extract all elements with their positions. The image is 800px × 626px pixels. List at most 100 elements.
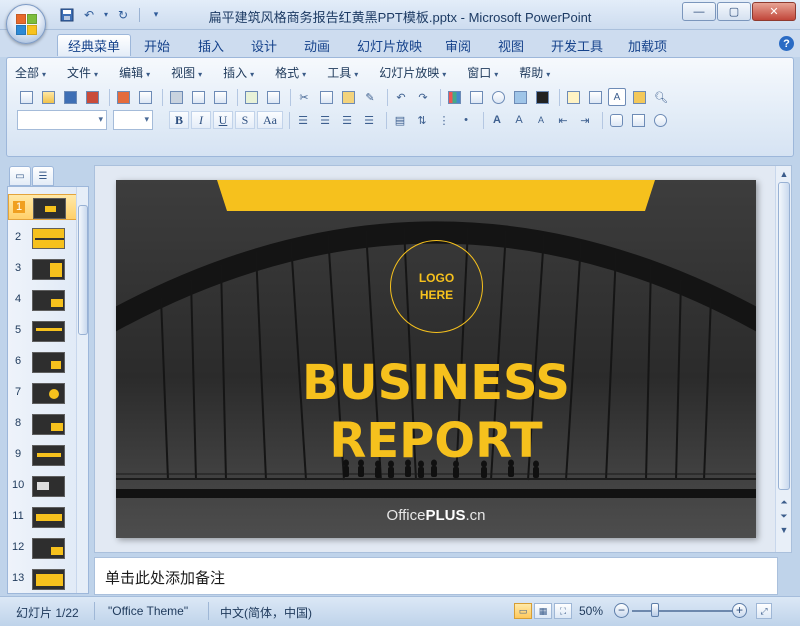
shapes-icon[interactable] (607, 111, 625, 129)
fill-color-icon[interactable] (533, 88, 551, 106)
picture-icon[interactable] (511, 88, 529, 106)
font-size-combo[interactable] (113, 110, 153, 130)
increase-font-icon[interactable]: A (510, 111, 528, 129)
increase-indent-icon[interactable]: ⇥ (576, 111, 594, 129)
tab-review[interactable]: 审阅 (435, 34, 481, 56)
table-icon[interactable] (467, 88, 485, 106)
open-folder-icon[interactable] (630, 88, 648, 106)
chart-icon[interactable] (445, 88, 463, 106)
slide-sorter-view-icon[interactable]: ▦ (534, 603, 552, 619)
font-name-combo[interactable] (17, 110, 107, 130)
new-icon[interactable] (17, 88, 35, 106)
help-icon[interactable]: ? (779, 36, 794, 51)
permission-icon[interactable] (83, 88, 101, 106)
fit-to-window-icon[interactable]: ⤢ (756, 603, 772, 619)
slide-thumbnail-12[interactable]: 12 (8, 535, 78, 561)
italic-button[interactable]: I (191, 111, 211, 129)
slide-thumbnail-2[interactable]: 2 (8, 225, 78, 251)
undo-icon[interactable]: ↶ (392, 88, 410, 106)
align-right-icon[interactable]: ☰ (338, 111, 356, 129)
decrease-indent-icon[interactable]: ⇤ (554, 111, 572, 129)
paste-icon[interactable] (339, 88, 357, 106)
find-icon[interactable]: 🔍︎ (652, 88, 670, 106)
tab-classic-menu[interactable]: 经典菜单 (57, 34, 132, 56)
decrease-font-icon[interactable]: A (532, 111, 550, 129)
zoom-slider[interactable] (632, 610, 734, 612)
shadow-button[interactable]: S (235, 111, 255, 129)
scrollbar-thumb[interactable] (778, 182, 790, 490)
zoom-in-icon[interactable]: + (732, 603, 747, 618)
menu-window[interactable]: 窗口 ▾ (467, 64, 498, 81)
font-color-icon[interactable]: A (488, 111, 506, 129)
menu-insert[interactable]: 插入 ▾ (223, 64, 254, 81)
menu-slide-show[interactable]: 幻灯片放映 ▾ (379, 64, 446, 81)
tab-add-ins[interactable]: 加载项 (618, 34, 677, 56)
outline-tab-icon[interactable]: ☰ (32, 166, 54, 186)
slide-layout-icon[interactable] (586, 88, 604, 106)
tab-design[interactable]: 设计 (241, 34, 287, 56)
numbering-icon[interactable]: ⋮ (435, 111, 453, 129)
menu-help[interactable]: 帮助 ▾ (519, 64, 550, 81)
zoom-level[interactable]: 50% (579, 604, 603, 618)
slide-scrollbar[interactable]: ▲ ⏶ ⏷ ▼ (775, 166, 791, 552)
previous-slide-icon[interactable]: ⏶ (778, 496, 790, 508)
normal-view-icon[interactable]: ▭ (514, 603, 532, 619)
slide-thumbnail-13[interactable]: 13 (8, 566, 78, 592)
menu-file[interactable]: 文件 ▾ (67, 64, 98, 81)
slide-thumbnail-9[interactable]: 9 (8, 442, 78, 468)
justify-icon[interactable]: ☰ (360, 111, 378, 129)
next-slide-icon[interactable]: ⏷ (778, 510, 790, 522)
align-center-icon[interactable]: ☰ (316, 111, 334, 129)
quick-print-icon[interactable] (167, 88, 185, 106)
quick-styles-icon[interactable] (651, 111, 669, 129)
arrange-icon[interactable] (629, 111, 647, 129)
tab-insert[interactable]: 插入 (188, 34, 234, 56)
slide-title[interactable]: BUSINESS REPORT (116, 354, 756, 470)
open-icon[interactable] (39, 88, 57, 106)
tab-view[interactable]: 视图 (488, 34, 534, 56)
underline-button[interactable]: U (213, 111, 233, 129)
thumbnails-scrollbar[interactable] (76, 187, 88, 593)
slide-thumbnail-6[interactable]: 6 (8, 349, 78, 375)
slide-thumbnail-10[interactable]: 10 (8, 473, 78, 499)
new-slide-icon[interactable] (564, 88, 582, 106)
theme-name[interactable]: "Office Theme" (108, 604, 188, 618)
slide-thumbnail-5[interactable]: 5 (8, 318, 78, 344)
menu-format[interactable]: 格式 ▾ (275, 64, 306, 81)
spelling-icon[interactable] (242, 88, 260, 106)
language-indicator[interactable]: 中文(简体，中国) (220, 604, 312, 621)
change-case-button[interactable]: Aa (257, 111, 283, 129)
text-box-icon[interactable]: A (608, 88, 626, 106)
columns-icon[interactable]: ▤ (391, 111, 409, 129)
office-button[interactable] (6, 4, 46, 44)
zoom-out-icon[interactable]: − (614, 603, 629, 618)
text-direction-icon[interactable]: ⇅ (413, 111, 431, 129)
tab-slide-show[interactable]: 幻灯片放映 (347, 34, 432, 56)
scroll-up-icon[interactable]: ▲ (778, 168, 790, 180)
slide-thumbnail-3[interactable]: 3 (8, 256, 78, 282)
menu-all[interactable]: 全部 ▾ (15, 64, 46, 81)
slide-thumbnail-4[interactable]: 4 (8, 287, 78, 313)
layout-icon[interactable] (211, 88, 229, 106)
copy-icon[interactable] (317, 88, 335, 106)
slides-tab-icon[interactable]: ▭ (9, 166, 31, 186)
scrollbar-thumb[interactable] (78, 205, 88, 335)
menu-tools[interactable]: 工具 ▾ (327, 64, 358, 81)
print-preview-icon[interactable] (136, 88, 154, 106)
tab-animations[interactable]: 动画 (294, 34, 340, 56)
notes-pane[interactable]: 单击此处添加备注 (94, 557, 778, 595)
research-icon[interactable] (264, 88, 282, 106)
cut-icon[interactable]: ✂ (295, 88, 313, 106)
slide-thumbnail-8[interactable]: 8 (8, 411, 78, 437)
slide-thumbnail-1[interactable]: 1 (8, 194, 78, 220)
scroll-down-icon[interactable]: ▼ (778, 524, 790, 536)
minimize-button[interactable]: — (682, 2, 716, 21)
slide-thumbnail-7[interactable]: 7 (8, 380, 78, 406)
current-slide[interactable]: LOGO HERE BUSINESS REPORT OfficePLUS.cn (116, 180, 756, 538)
align-left-icon[interactable]: ☰ (294, 111, 312, 129)
menu-edit[interactable]: 编辑 ▾ (119, 64, 150, 81)
logo-placeholder[interactable]: LOGO HERE (390, 240, 483, 333)
bullets-icon[interactable]: • (457, 111, 475, 129)
maximize-button[interactable]: ▢ (717, 2, 751, 21)
save-icon[interactable] (61, 88, 79, 106)
